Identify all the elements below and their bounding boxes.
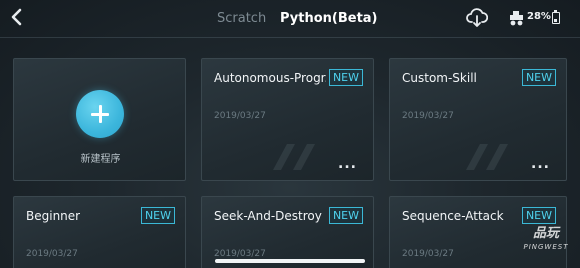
project-card[interactable]: Autonomous-Progr... NEW 2019/03/27 ... <box>201 58 374 181</box>
project-card[interactable]: Beginner NEW 2019/03/27 <box>13 196 186 268</box>
chevron-left-icon <box>11 8 22 26</box>
project-title: Custom-Skill <box>402 71 477 85</box>
new-badge: NEW <box>521 69 556 86</box>
tab-python[interactable]: Python(Beta) <box>280 11 378 27</box>
project-date: 2019/03/27 <box>214 111 266 121</box>
cloud-download-button[interactable] <box>466 8 489 28</box>
more-options-button[interactable]: ... <box>338 157 357 171</box>
back-button[interactable] <box>10 7 30 29</box>
battery-percentage: 28% <box>527 11 551 22</box>
card-decoration <box>466 144 508 170</box>
project-title: Autonomous-Progr... <box>214 71 326 85</box>
tab-scratch[interactable]: Scratch <box>217 11 266 27</box>
project-title: Sequence-Attack <box>402 209 504 223</box>
watermark-sub: PINGWEST <box>523 243 569 251</box>
robot-status <box>508 10 526 26</box>
plus-icon[interactable] <box>76 90 124 138</box>
project-title: Beginner <box>26 209 81 223</box>
project-card[interactable]: Seek-And-Destroy NEW 2019/03/27 <box>201 196 374 268</box>
project-date: 2019/03/27 <box>402 249 454 259</box>
top-bar: Scratch Python(Beta) 28% <box>0 0 580 38</box>
watermark-logo: 品玩 PINGWEST <box>518 226 574 252</box>
project-card[interactable]: Custom-Skill NEW 2019/03/27 ... <box>389 58 567 181</box>
cloud-download-icon <box>466 8 489 27</box>
project-date: 2019/03/27 <box>26 249 78 259</box>
new-badge: NEW <box>140 207 175 224</box>
new-program-label: 新建程序 <box>80 154 121 165</box>
home-indicator[interactable] <box>215 259 365 263</box>
watermark-main: 品玩 <box>532 226 559 241</box>
more-options-button[interactable]: ... <box>531 157 550 171</box>
project-title: Seek-And-Destroy <box>214 209 322 223</box>
project-date: 2019/03/27 <box>402 111 454 121</box>
new-program-card[interactable]: 新建程序 <box>13 58 186 181</box>
card-decoration <box>273 144 315 170</box>
project-date: 2019/03/27 <box>214 249 266 259</box>
robot-icon <box>510 11 523 26</box>
battery-icon <box>552 10 560 24</box>
new-badge: NEW <box>328 207 363 224</box>
new-badge: NEW <box>521 207 556 224</box>
new-badge: NEW <box>328 69 363 86</box>
